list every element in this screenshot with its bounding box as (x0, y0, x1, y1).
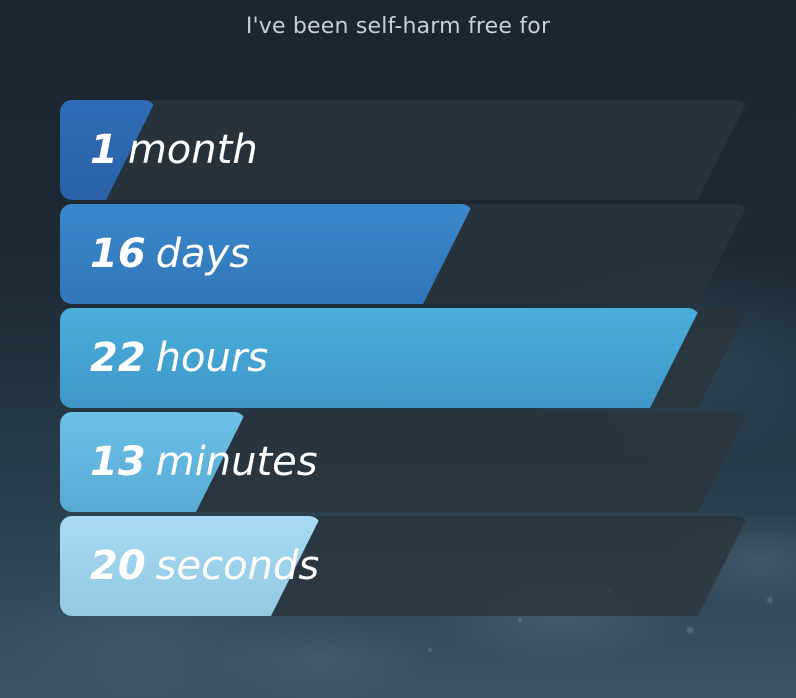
counter-row-seconds: 20 seconds (60, 516, 748, 616)
counter-row-hours: 22 hours (60, 308, 748, 408)
minutes-unit: minutes (155, 439, 318, 485)
hours-value: 22 (90, 335, 146, 381)
months-label: 1 month (90, 100, 258, 200)
days-value: 16 (90, 231, 146, 277)
counter-row-minutes: 13 minutes (60, 412, 748, 512)
months-value: 1 (90, 127, 118, 173)
streak-title: I've been self-harm free for (245, 14, 551, 39)
hours-unit: hours (155, 335, 269, 381)
minutes-value: 13 (90, 439, 146, 485)
counter-row-months: 1 month (60, 100, 748, 200)
counter-row-days: 16 days (60, 204, 748, 304)
streak-counter-stack: 1 month 16 days 22 hours 13 minutes 20 second… (60, 100, 748, 620)
seconds-unit: seconds (155, 543, 320, 589)
days-label: 16 days (90, 204, 250, 304)
days-unit: days (155, 231, 251, 277)
seconds-value: 20 (90, 543, 146, 589)
months-unit: month (127, 127, 258, 173)
hours-label: 22 hours (90, 308, 268, 408)
minutes-label: 13 minutes (90, 412, 318, 512)
seconds-label: 20 seconds (90, 516, 319, 616)
